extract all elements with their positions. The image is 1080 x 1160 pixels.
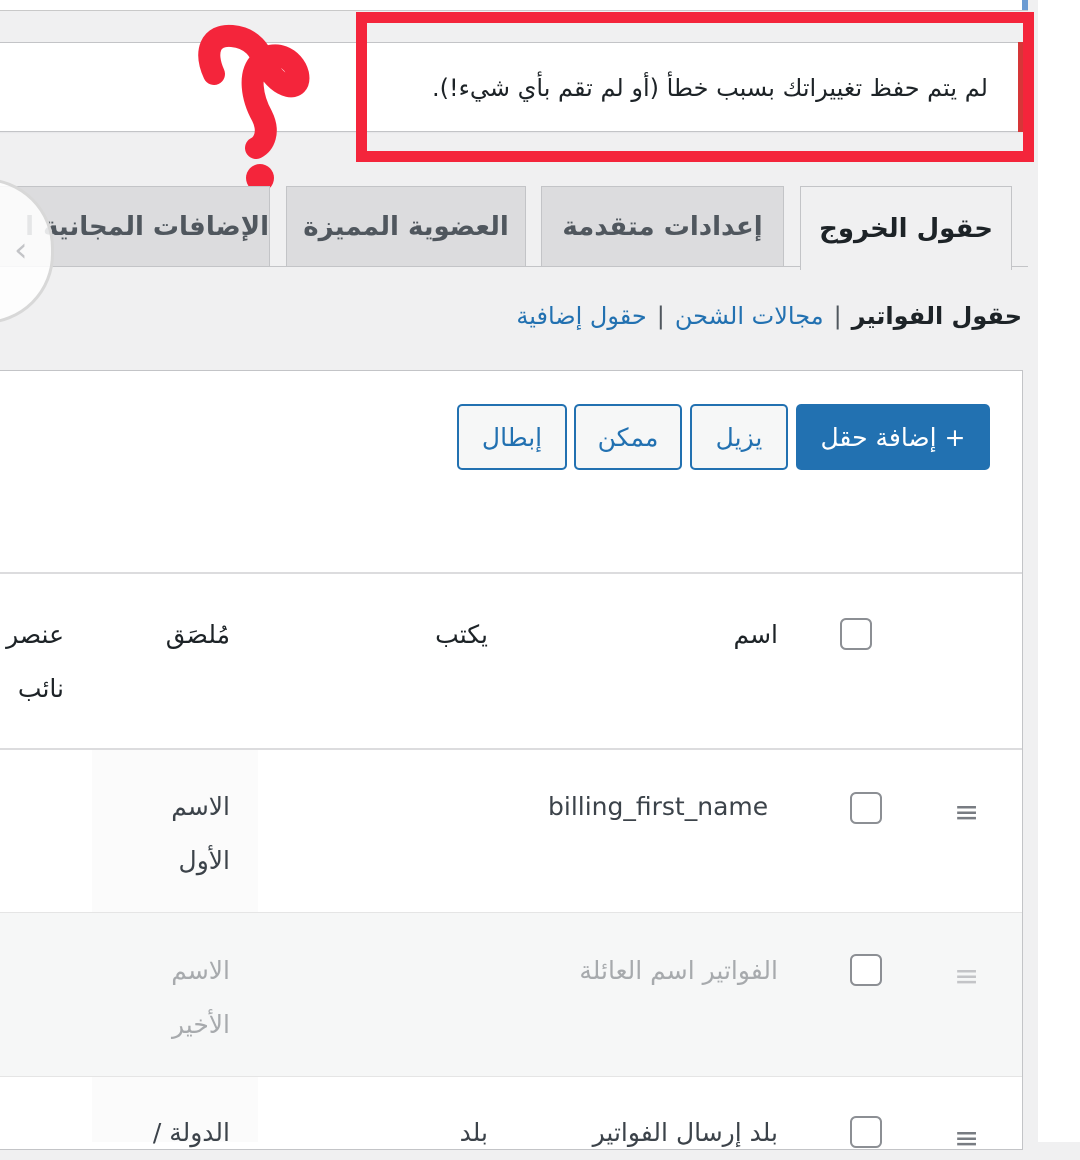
field-label: الاسم <box>171 956 230 985</box>
add-field-button[interactable]: + إضافة حقل <box>796 404 990 470</box>
subnav-separator: | <box>833 302 842 330</box>
subnav-current-billing-fields: حقول الفواتير <box>851 302 1022 330</box>
column-header-label: مُلصَق <box>165 620 230 649</box>
table-top-border <box>0 572 1022 574</box>
field-label-line2: الأخير <box>172 1010 230 1039</box>
row-checkbox[interactable] <box>850 954 882 986</box>
field-label: الاسم <box>171 792 230 821</box>
field-type: بلد <box>459 1118 488 1147</box>
drag-handle-icon[interactable]: ≡ <box>954 798 979 828</box>
drag-handle-icon[interactable]: ≡ <box>954 1124 979 1154</box>
subnav-separator: | <box>656 302 665 330</box>
tab-baseline <box>0 266 800 267</box>
subnav-link-shipping-fields[interactable]: مجالات الشحن <box>675 302 824 330</box>
row-checkbox[interactable] <box>850 1116 882 1148</box>
page-scrollbar[interactable] <box>1038 0 1080 1142</box>
field-name: الفواتير اسم العائلة <box>579 956 778 985</box>
tab-advanced-settings[interactable]: إعدادات متقدمة <box>541 186 784 266</box>
question-mark-icon <box>198 24 310 192</box>
field-name: بلد إرسال الفواتير <box>592 1118 778 1147</box>
table-row <box>0 750 1022 914</box>
field-label-line2: الأول <box>178 846 230 875</box>
disable-button[interactable]: إبطال <box>457 404 567 470</box>
column-header-type: يكتب <box>435 620 488 649</box>
remove-button[interactable]: يزيل <box>690 404 788 470</box>
field-name: billing_first_name <box>548 792 769 821</box>
tab-checkout-fields[interactable]: حقول الخروج <box>800 186 1012 270</box>
chevron-left-icon: ‹ <box>14 230 28 270</box>
annotation-highlight-box <box>356 12 1034 162</box>
top-strip-accent <box>1022 0 1028 10</box>
subnav-link-additional-fields[interactable]: حقول إضافية <box>516 302 646 330</box>
select-all-checkbox[interactable] <box>840 618 872 650</box>
table-row <box>0 913 1022 1077</box>
row-checkbox[interactable] <box>850 792 882 824</box>
field-label: الدولة / <box>152 1118 230 1147</box>
tab-baseline-right <box>1012 266 1028 267</box>
tab-label: الإضافات المجانية ا <box>25 211 269 242</box>
drag-handle-icon[interactable]: ≡ <box>954 962 979 992</box>
column-header-placeholder: عنصر <box>6 620 64 649</box>
column-header-name: اسم <box>733 620 778 649</box>
tab-label: إعدادات متقدمة <box>562 211 763 242</box>
tab-label: حقول الخروج <box>819 213 993 244</box>
subnav: حقول الفواتير | مجالات الشحن | حقول إضافية <box>516 302 1022 330</box>
column-header-placeholder-line2: نائب <box>17 674 64 703</box>
tab-label: العضوية المميزة <box>303 211 509 242</box>
enable-button[interactable]: ممكن <box>574 404 682 470</box>
top-strip <box>0 0 1028 11</box>
tab-premium-membership[interactable]: العضوية المميزة <box>286 186 526 266</box>
